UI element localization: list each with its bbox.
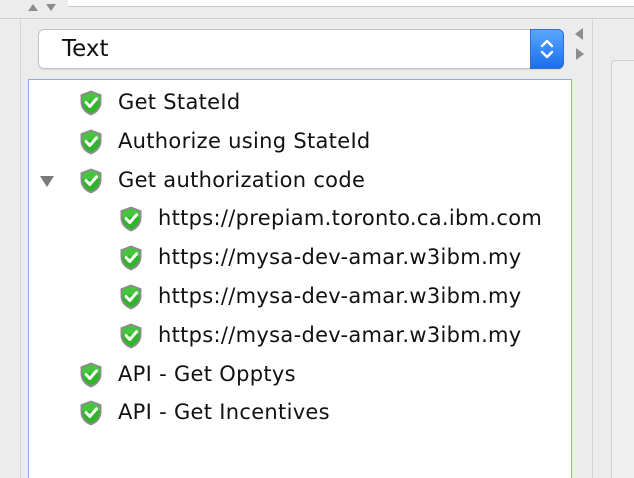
top-toolbar-strip [0, 0, 634, 22]
left-split-edge [0, 20, 21, 478]
tree-item[interactable]: https://mysa-dev-amar.w3ibm.my [29, 277, 571, 316]
top-base-line [0, 18, 634, 19]
green-shield-check-icon [77, 89, 105, 117]
renderer-selector-value: Text [62, 36, 109, 62]
expand-down-arrow-icon[interactable] [46, 4, 56, 11]
results-tree[interactable]: Get StateId Authorize using StateId Get au… [28, 79, 572, 478]
tree-item-label: https://mysa-dev-amar.w3ibm.my [158, 245, 522, 270]
tree-item-label: Authorize using StateId [118, 128, 371, 153]
tree-item-label: API - Get Opptys [118, 361, 296, 386]
details-panel [611, 60, 634, 478]
tree-item[interactable]: https://mysa-dev-amar.w3ibm.my [29, 316, 571, 355]
green-shield-check-icon [117, 244, 145, 272]
up-down-chevron-icon [540, 39, 554, 59]
tree-item-label: API - Get Incentives [118, 400, 330, 425]
results-tree-panel: Text Get StateId Authorize using StateId G… [0, 0, 634, 478]
split-collapse-left-icon[interactable] [575, 28, 583, 40]
tree-item[interactable]: API - Get Opptys [29, 355, 571, 394]
tree-item-label: Get authorization code [118, 167, 366, 192]
green-shield-check-icon [117, 322, 145, 350]
tree-item[interactable]: https://mysa-dev-amar.w3ibm.my [29, 238, 571, 277]
expand-triangle-icon[interactable] [40, 175, 54, 187]
split-expand-right-icon[interactable] [576, 48, 584, 60]
green-shield-check-icon [77, 167, 105, 195]
tree-item[interactable]: https://prepiam.toronto.ca.ibm.com [29, 199, 571, 238]
top-divider [68, 0, 634, 7]
tree-item-label: https://mysa-dev-amar.w3ibm.my [158, 322, 522, 347]
tree-item-label: Get StateId [118, 90, 241, 114]
renderer-selector[interactable]: Text [38, 29, 564, 69]
tree-item-label: https://mysa-dev-amar.w3ibm.my [158, 284, 522, 308]
tree-item[interactable]: Authorize using StateId [29, 122, 571, 161]
split-divider[interactable] [592, 20, 593, 478]
tree-item[interactable]: API - Get Incentives [29, 393, 571, 432]
green-shield-check-icon [117, 205, 145, 233]
green-shield-check-icon [77, 128, 105, 156]
green-shield-check-icon [77, 399, 105, 427]
collapse-up-arrow-icon[interactable] [28, 4, 38, 11]
tree-item-label: https://prepiam.toronto.ca.ibm.com [158, 206, 543, 231]
tree-item[interactable]: Get StateId [29, 83, 571, 122]
green-shield-check-icon [117, 283, 145, 311]
renderer-selector-button[interactable] [530, 29, 564, 69]
tree-item[interactable]: Get authorization code [29, 161, 571, 200]
green-shield-check-icon [77, 361, 105, 389]
